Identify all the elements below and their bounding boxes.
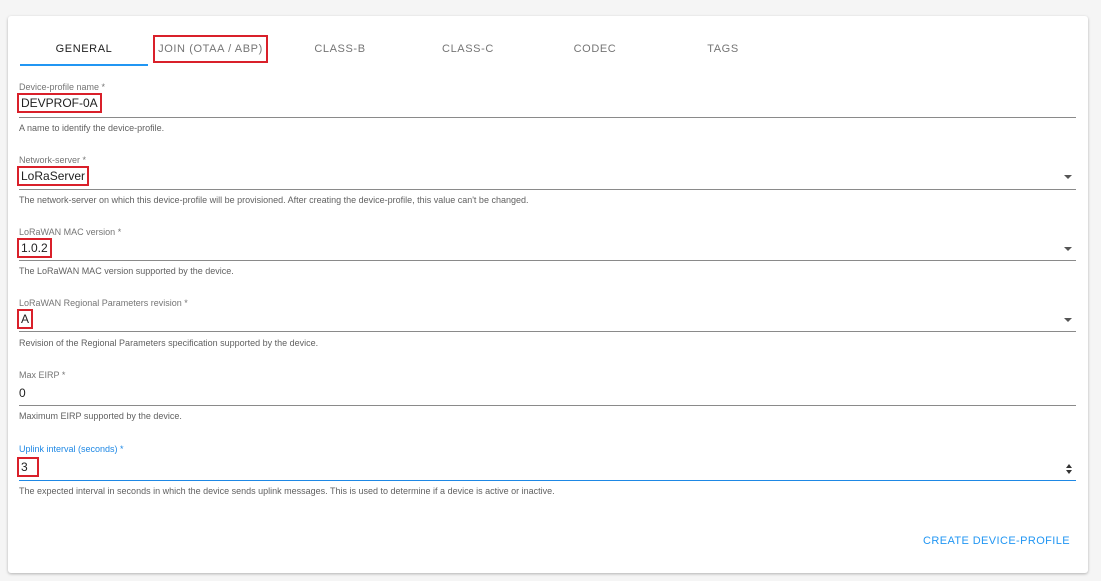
- mac-version-value: 1.0.2: [17, 238, 52, 258]
- max-eirp-label: Max EIRP *: [19, 370, 66, 380]
- number-spinner-icon[interactable]: [1066, 464, 1074, 474]
- network-server-label: Network-server *: [19, 155, 87, 165]
- device-profile-name-input[interactable]: DEVPROF-0A: [17, 93, 1076, 113]
- regional-params-select[interactable]: A: [16, 309, 1076, 329]
- create-device-profile-button[interactable]: CREATE DEVICE-PROFILE: [923, 535, 1070, 547]
- uplink-interval-field: Uplink interval (seconds) * 3 The expect…: [17, 443, 1076, 503]
- network-server-helper: The network-server on which this device-…: [19, 195, 529, 205]
- mac-version-underline: [19, 260, 1076, 261]
- spinner-up-icon[interactable]: [1066, 464, 1072, 468]
- spinner-down-icon[interactable]: [1066, 470, 1072, 474]
- regional-params-value: A: [16, 309, 34, 329]
- device-profile-name-label: Device-profile name *: [19, 82, 106, 92]
- mac-version-select[interactable]: 1.0.2: [17, 238, 1076, 258]
- dropdown-arrow-icon[interactable]: [1064, 318, 1072, 322]
- tab-class-b[interactable]: CLASS-B: [288, 32, 392, 66]
- uplink-interval-helper: The expected interval in seconds in whic…: [19, 486, 555, 496]
- network-server-underline: [19, 189, 1076, 190]
- uplink-interval-underline: [19, 480, 1076, 481]
- max-eirp-field: Max EIRP * 0 Maximum EIRP supported by t…: [19, 368, 1076, 428]
- tab-tags[interactable]: TAGS: [671, 32, 775, 66]
- max-eirp-underline: [19, 405, 1076, 406]
- regional-params-label: LoRaWAN Regional Parameters revision *: [19, 298, 188, 308]
- tab-join[interactable]: JOIN (OTAA / ABP): [153, 35, 268, 63]
- device-profile-name-field: Device-profile name * DEVPROF-0A A name …: [17, 80, 1076, 140]
- tab-class-c[interactable]: CLASS-C: [416, 32, 520, 66]
- network-server-select[interactable]: LoRaServer: [16, 166, 1076, 186]
- regional-params-underline: [19, 331, 1076, 332]
- device-profile-name-underline: [19, 117, 1076, 118]
- tab-general[interactable]: GENERAL: [20, 32, 148, 66]
- device-profile-form-card: GENERAL JOIN (OTAA / ABP) CLASS-B CLASS-…: [8, 16, 1088, 573]
- device-profile-name-helper: A name to identify the device-profile.: [19, 123, 165, 133]
- dropdown-arrow-icon[interactable]: [1064, 175, 1072, 179]
- mac-version-label: LoRaWAN MAC version *: [19, 227, 122, 237]
- dropdown-arrow-icon[interactable]: [1064, 247, 1072, 251]
- uplink-interval-label: Uplink interval (seconds) *: [19, 444, 124, 454]
- max-eirp-input[interactable]: 0: [19, 386, 1076, 404]
- max-eirp-value: 0: [19, 386, 26, 400]
- regional-params-helper: Revision of the Regional Parameters spec…: [19, 338, 319, 348]
- active-tab-indicator: [20, 64, 148, 66]
- network-server-field: Network-server * LoRaServer The network-…: [16, 154, 1076, 214]
- uplink-interval-value: 3: [17, 457, 39, 477]
- uplink-interval-input[interactable]: 3: [17, 457, 1076, 477]
- network-server-value: LoRaServer: [16, 166, 90, 186]
- mac-version-field: LoRaWAN MAC version * 1.0.2 The LoRaWAN …: [17, 225, 1076, 285]
- max-eirp-helper: Maximum EIRP supported by the device.: [19, 411, 182, 421]
- mac-version-helper: The LoRaWAN MAC version supported by the…: [19, 266, 234, 276]
- device-profile-name-value: DEVPROF-0A: [17, 93, 102, 113]
- tab-bar: GENERAL JOIN (OTAA / ABP) CLASS-B CLASS-…: [20, 32, 1080, 66]
- tab-codec[interactable]: CODEC: [543, 32, 647, 66]
- regional-params-field: LoRaWAN Regional Parameters revision * A…: [16, 296, 1076, 356]
